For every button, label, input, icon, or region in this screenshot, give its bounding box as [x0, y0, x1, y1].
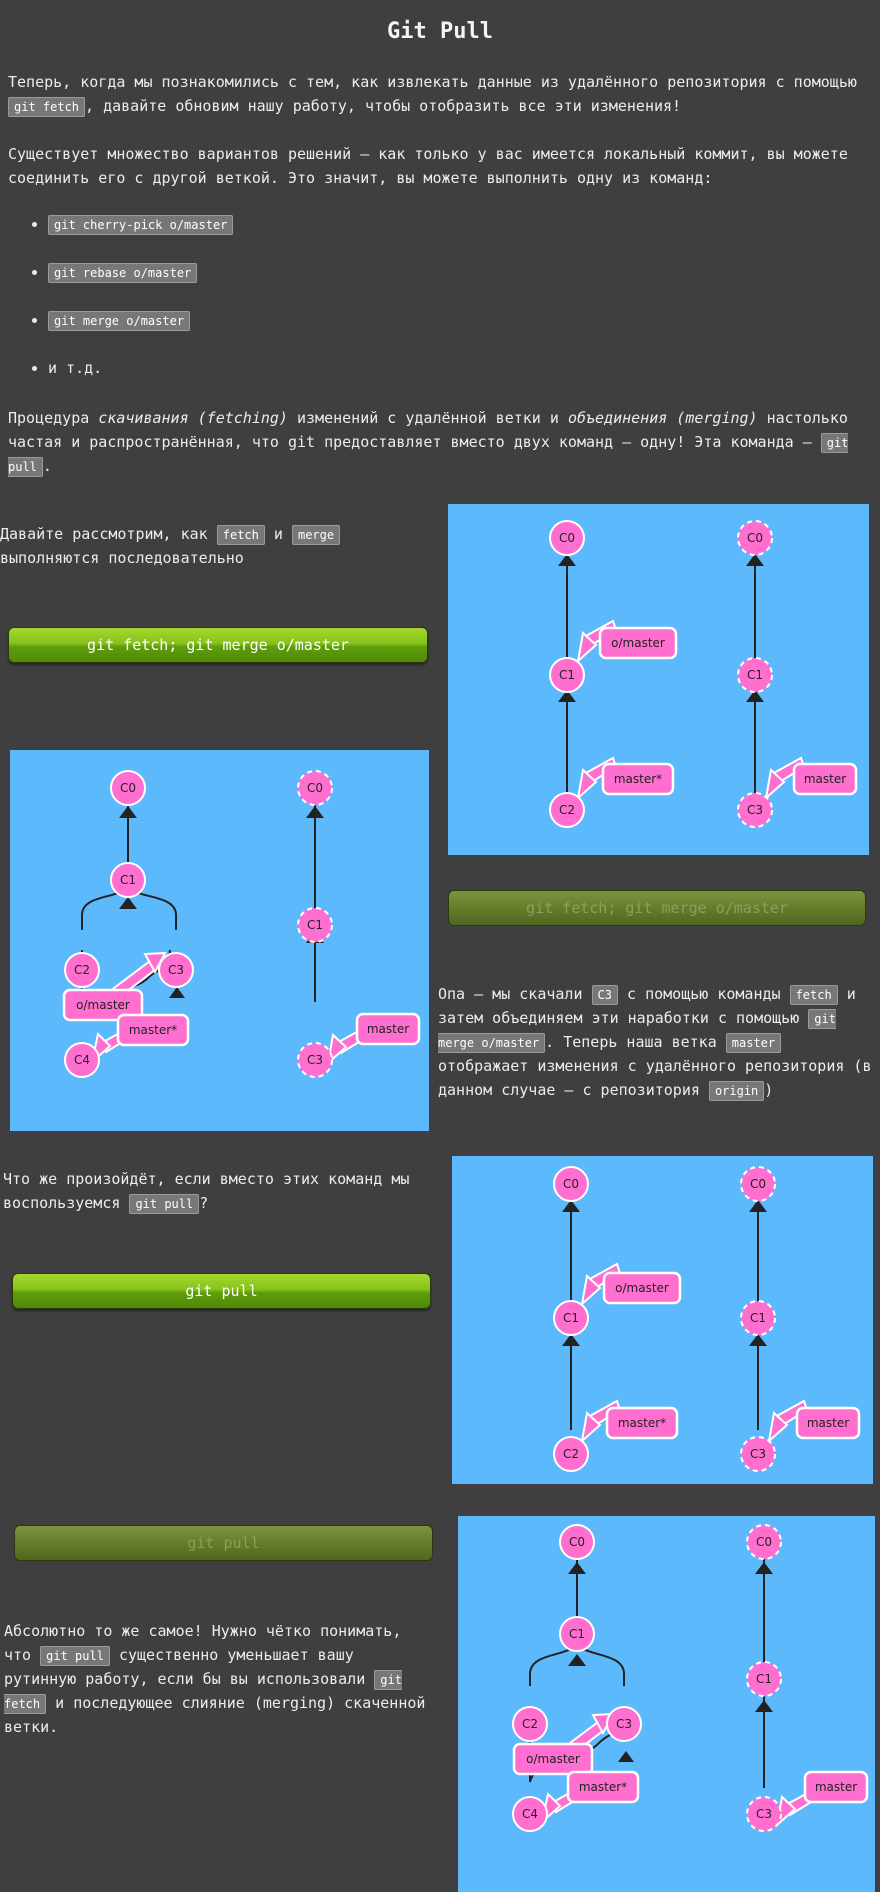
commit-label: C0 [747, 531, 763, 545]
commit-label: C0 [756, 1535, 772, 1549]
section-text: и последующее слияние (merging) скаченно… [4, 1694, 426, 1736]
git-visualization-after-pull: C0 C1 C2 C3 C4 C0 C1 C3 o/master master*… [458, 1516, 875, 1892]
intro-paragraph-2: Существует множество вариантов решений –… [8, 145, 848, 187]
emphasis-merging: объединения (merging) [567, 409, 758, 427]
run-fetch-merge-button[interactable]: git fetch; git merge o/master [8, 627, 428, 663]
section3-text: Что же произойдёт, если вместо этих кома… [3, 1167, 441, 1215]
git-visualization-after-merge: C0 C1 C2 C3 C4 C0 C1 C3 o/master master*… [10, 750, 429, 1131]
code-git-fetch: git fetch [8, 97, 86, 117]
branch-label: o/master [611, 636, 665, 650]
commit-label: C3 [750, 1447, 766, 1461]
commit-label: C4 [74, 1053, 90, 1067]
commit-label: C2 [74, 963, 90, 977]
branch-label: master [367, 1022, 409, 1036]
commit-label: C1 [747, 668, 763, 682]
commit-label: C1 [120, 873, 136, 887]
commit-label: C2 [559, 803, 575, 817]
list-item: git cherry-pick o/master [48, 212, 234, 236]
commit-label: C4 [522, 1807, 538, 1821]
intro-text: Теперь, когда мы познакомились с тем, ка… [8, 73, 857, 91]
code-fetch: fetch [789, 985, 838, 1005]
commit-label: C3 [307, 1053, 323, 1067]
intro-text: . [42, 457, 52, 475]
commit-label: C0 [307, 781, 323, 795]
code-cherry-pick: git cherry-pick o/master [48, 215, 234, 235]
commit-label: C2 [522, 1717, 538, 1731]
code-git-pull: git pull [40, 1646, 110, 1666]
branch-label: master* [614, 772, 662, 786]
section-text: и [264, 525, 292, 543]
emphasis-fetching: скачивания (fetching) [98, 409, 288, 427]
code-merge: git merge o/master [48, 311, 191, 331]
branch-label: o/master [76, 998, 130, 1012]
git-visualization-before-pull: C0 C1 C2 C0 C1 C3 o/master master* maste… [452, 1156, 873, 1484]
list-item: git rebase o/master [48, 260, 233, 284]
branch-label: o/master [526, 1752, 580, 1766]
commit-label: C0 [569, 1535, 585, 1549]
code-origin: origin [708, 1081, 765, 1101]
list-item: git merge o/master [48, 308, 233, 332]
commit-label: C1 [563, 1311, 579, 1325]
code-rebase: git rebase o/master [48, 263, 198, 283]
section1-text: Давайте рассмотрим, как fetch и merge вы… [0, 522, 420, 570]
list-item: и т.д. [48, 356, 233, 380]
branch-label: master* [618, 1416, 666, 1430]
commit-label: C3 [756, 1807, 772, 1821]
commit-label: C0 [120, 781, 136, 795]
commit-label: C2 [563, 1447, 579, 1461]
commit-label: C0 [559, 531, 575, 545]
page-title: Git Pull [387, 19, 493, 44]
run-git-pull-button-disabled[interactable]: git pull [14, 1525, 433, 1561]
commit-label: C0 [563, 1177, 579, 1191]
commit-label: C0 [750, 1177, 766, 1191]
intro-text: изменений с удалённой ветки и [287, 409, 568, 427]
commit-label: C3 [616, 1717, 632, 1731]
commit-label: C3 [168, 963, 184, 977]
branch-label: master* [579, 1780, 627, 1794]
intro-paragraph-1: Теперь, когда мы познакомились с тем, ка… [8, 70, 872, 118]
section-text: ? [199, 1194, 209, 1212]
run-fetch-merge-button-disabled[interactable]: git fetch; git merge o/master [448, 890, 866, 926]
branch-label: o/master [615, 1281, 669, 1295]
intro-text: Процедура [8, 409, 99, 427]
section-text: с помощью команды [617, 985, 790, 1003]
code-master: master [725, 1033, 782, 1053]
commit-label: C1 [307, 918, 323, 932]
code-merge-short: merge [291, 525, 341, 545]
commit-label: C1 [750, 1311, 766, 1325]
code-fetch: fetch [216, 525, 265, 545]
code-c3: C3 [591, 985, 618, 1005]
commit-label: C3 [747, 803, 763, 817]
intro-paragraph-3: Процедура скачивания (fetching) изменени… [8, 406, 872, 478]
etc-text: и т.д. [48, 359, 103, 377]
section2-text: Опа – мы скачали C3 с помощью команды fe… [438, 982, 878, 1102]
run-git-pull-button[interactable]: git pull [12, 1273, 431, 1309]
section-text: отображает изменения с удалённого репози… [438, 1057, 872, 1099]
section-text: Опа – мы скачали [438, 985, 592, 1003]
branch-label: master* [129, 1023, 177, 1037]
branch-label: master [807, 1416, 849, 1430]
branch-label: master [815, 1780, 857, 1794]
commit-label: C1 [756, 1672, 772, 1686]
section-text: . Теперь наша ветка [545, 1033, 726, 1051]
section-text: выполняются последовательно [0, 549, 244, 567]
commit-label: C1 [569, 1627, 585, 1641]
git-visualization-before-merge: C0 C1 C2 C0 C1 C3 o/master master* maste… [448, 504, 869, 855]
command-list: git cherry-pick o/master git rebase o/ma… [26, 212, 234, 404]
code-git-pull: git pull [129, 1194, 200, 1214]
commit-label: C1 [559, 668, 575, 682]
section-text: Давайте рассмотрим, как [0, 525, 217, 543]
section4-text: Абсолютно то же самое! Нужно чётко поним… [4, 1619, 434, 1739]
branch-label: master [804, 772, 846, 786]
intro-text: , давайте обновим нашу работу, чтобы ото… [85, 97, 682, 115]
section-text: ) [764, 1081, 774, 1099]
